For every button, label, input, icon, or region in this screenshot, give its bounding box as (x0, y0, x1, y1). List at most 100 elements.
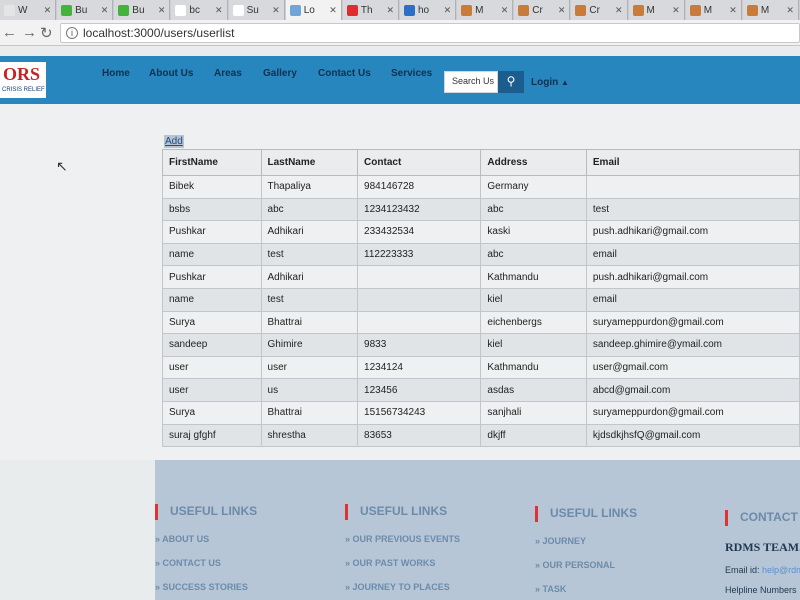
search-button[interactable]: ⚲ (498, 71, 524, 93)
url-text: localhost:3000/users/userlist (83, 26, 235, 40)
tab-favicon-icon (346, 4, 358, 16)
cell-contact: 112223333 (357, 242, 482, 267)
tab-label: Bu (132, 4, 145, 16)
table-row: Bibek Thapaliya 984146728 Germany (162, 175, 800, 199)
browser-tab[interactable]: Su ✕ (228, 0, 285, 20)
footer-link-personal[interactable]: » OUR PERSONAL (535, 560, 637, 570)
browser-tab[interactable]: Bu ✕ (57, 0, 114, 20)
tab-favicon-icon (575, 4, 587, 16)
tab-close-icon[interactable]: ✕ (558, 5, 566, 16)
back-arrow-icon[interactable]: ← (2, 24, 17, 41)
tab-close-icon[interactable]: ✕ (215, 5, 223, 16)
cell-email: email (585, 287, 800, 312)
add-user-link[interactable]: Add (164, 135, 184, 148)
cell-lastname: Bhattrai (260, 400, 359, 425)
browser-tab[interactable]: M ✕ (457, 0, 514, 20)
footer-link-previous-events[interactable]: » OUR PREVIOUS EVENTS (345, 534, 460, 544)
tab-favicon-icon (118, 4, 130, 16)
browser-tab[interactable]: M ✕ (685, 0, 742, 20)
nav-about-us[interactable]: About Us (149, 68, 193, 79)
cell-email: abcd@gmail.com (585, 378, 800, 402)
nav-contact-us[interactable]: Contact Us (318, 68, 371, 79)
nav-home[interactable]: Home (102, 68, 130, 79)
tab-close-icon[interactable]: ✕ (158, 5, 166, 16)
reload-icon[interactable]: ↻ (40, 24, 53, 42)
footer-link-success[interactable]: » SUCCESS STORIES (155, 582, 257, 592)
table-row: name test kiel email (162, 287, 800, 312)
cell-address: Kathmandu (480, 355, 587, 380)
tab-close-icon[interactable]: ✕ (101, 5, 109, 16)
cell-contact: 233432534 (357, 220, 482, 244)
tab-favicon-icon (175, 4, 187, 16)
nav-areas[interactable]: Areas (214, 68, 242, 79)
tab-close-icon[interactable]: ✕ (386, 5, 394, 16)
login-link[interactable]: Login ▲ (531, 77, 569, 88)
browser-tab[interactable]: Cr ✕ (514, 0, 571, 20)
cell-contact: 83653 (357, 423, 482, 448)
tab-favicon-icon (689, 4, 701, 16)
tab-close-icon[interactable]: ✕ (444, 5, 452, 16)
tab-label: bc (189, 4, 200, 16)
cell-email: email (585, 242, 800, 267)
browser-tab[interactable]: M ✕ (742, 0, 799, 20)
cell-lastname: us (260, 378, 359, 402)
tab-close-icon[interactable]: ✕ (44, 5, 52, 16)
tab-close-icon[interactable]: ✕ (729, 5, 737, 16)
browser-tab[interactable]: Bu ✕ (114, 0, 171, 20)
email-value[interactable]: help@rdms (762, 565, 800, 575)
search-input[interactable]: Search Us (444, 71, 498, 93)
tab-close-icon[interactable]: ✕ (786, 5, 794, 16)
forward-arrow-icon[interactable]: → (22, 24, 37, 41)
cell-lastname: Bhattrai (260, 310, 359, 335)
user-icon: ▲ (561, 78, 569, 87)
cell-email: test (585, 197, 800, 222)
browser-tab[interactable]: M ✕ (628, 0, 685, 20)
browser-tab[interactable]: bc ✕ (171, 0, 228, 20)
footer-link-past-works[interactable]: » OUR PAST WORKS (345, 558, 460, 568)
tab-close-icon[interactable]: ✕ (615, 5, 623, 16)
tab-close-icon[interactable]: ✕ (672, 5, 680, 16)
site-logo[interactable]: ORS CRISIS RELIEF (0, 62, 46, 98)
cell-address: kiel (480, 333, 587, 357)
cell-contact: 984146728 (357, 175, 482, 199)
footer-heading: USEFUL LINKS (345, 504, 460, 520)
cell-firstname: suraj gfghf (162, 423, 262, 448)
footer-link-about[interactable]: » ABOUT US (155, 534, 257, 544)
address-bar[interactable]: i localhost:3000/users/userlist (60, 23, 800, 43)
cell-contact: 1234123432 (357, 197, 482, 222)
footer-link-journey-places[interactable]: » JOURNEY TO PLACES (345, 582, 460, 592)
tab-close-icon[interactable]: ✕ (501, 5, 509, 16)
table-row: Pushkar Adhikari 233432534 kaski push.adhika… (162, 220, 800, 244)
browser-tab[interactable]: Cr ✕ (571, 0, 628, 20)
browser-tab[interactable]: Lo ✕ (285, 0, 342, 20)
cell-address: sanjhali (480, 400, 587, 425)
tab-label: M (646, 4, 655, 16)
info-icon[interactable]: i (66, 27, 78, 39)
nav-gallery[interactable]: Gallery (263, 68, 297, 79)
cell-firstname: user (162, 355, 262, 380)
cell-lastname: user (260, 355, 359, 380)
footer-link-task[interactable]: » TASK (535, 584, 637, 594)
col-header-email: Email (585, 149, 800, 176)
team-name: RDMS TEAM. (725, 540, 800, 554)
footer-col-3: USEFUL LINKS » JOURNEY » OUR PERSONAL » … (535, 506, 637, 594)
nav-services[interactable]: Services (391, 68, 432, 79)
table-row: Surya Bhattrai 15156734243 sanjhali suryamep… (162, 400, 800, 425)
browser-tab[interactable]: W ✕ (0, 0, 57, 20)
cell-address: Germany (480, 175, 587, 199)
cell-address: kiel (480, 287, 587, 312)
footer-col-4: CONTACT US RDMS TEAM. Email id: help@rdm… (725, 510, 800, 595)
footer-link-contact[interactable]: » CONTACT US (155, 558, 257, 568)
browser-tab[interactable]: Th ✕ (342, 0, 399, 20)
site-footer: USEFUL LINKS » ABOUT US » CONTACT US » S… (155, 460, 800, 600)
cell-address: abc (480, 242, 587, 267)
cell-email (585, 175, 800, 199)
tab-close-icon[interactable]: ✕ (329, 5, 337, 16)
email-line: Email id: help@rdms (725, 565, 800, 575)
footer-link-journey[interactable]: » JOURNEY (535, 536, 637, 546)
user-table: FirstName LastName Contact Address Email… (162, 149, 800, 448)
cell-address: Kathmandu (480, 265, 587, 289)
browser-tab[interactable]: ho ✕ (399, 0, 457, 20)
tab-close-icon[interactable]: ✕ (272, 5, 280, 16)
table-row: user user 1234124 Kathmandu user@gmail.com (162, 355, 800, 380)
